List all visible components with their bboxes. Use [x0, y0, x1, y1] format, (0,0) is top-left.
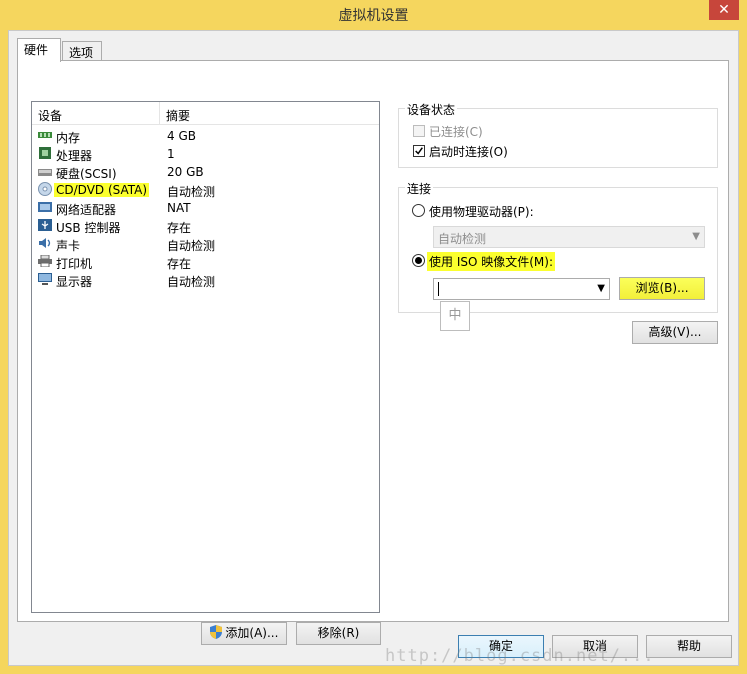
connected-checkbox[interactable]: [413, 125, 425, 137]
sound-card-icon: [39, 238, 51, 248]
harddisk-icon: [38, 169, 52, 176]
device-name: 声卡: [56, 239, 81, 253]
device-row-cd-dvd[interactable]: CD/DVD (SATA) 自动检测: [34, 181, 374, 199]
processor-icon: [39, 147, 51, 159]
hardware-panel: 设备 摘要 内存 4 GB 处理器 1 硬盘(SCSI) 20 GB CD/DV…: [17, 60, 729, 645]
add-device-button[interactable]: 添加(A)...: [201, 622, 287, 645]
memory-icon: [38, 132, 52, 138]
column-header-device[interactable]: 设备: [38, 107, 62, 124]
device-name: 网络适配器: [56, 203, 117, 217]
device-name: CD/DVD (SATA): [54, 183, 150, 197]
watermark: http://blog.csdn.net/...: [385, 646, 655, 666]
device-summary: 自动检测: [167, 275, 216, 289]
device-summary: 20 GB: [167, 165, 204, 179]
device-summary: 存在: [167, 221, 192, 235]
iso-path-combobox[interactable]: ▼: [433, 278, 610, 300]
remove-button-label: 移除(R): [317, 626, 360, 640]
help-button[interactable]: 帮助: [646, 635, 732, 658]
device-name: 处理器: [56, 149, 93, 163]
device-summary: 自动检测: [167, 185, 216, 199]
device-name: USB 控制器: [56, 221, 121, 235]
close-icon: ✕: [718, 2, 730, 18]
tab-hardware-label: 硬件: [24, 43, 49, 57]
device-summary: 1: [167, 147, 175, 161]
display-icon: [38, 273, 52, 285]
device-row-harddisk[interactable]: 硬盘(SCSI) 20 GB: [34, 163, 374, 181]
checkmark-icon: [415, 147, 423, 155]
connection-legend: 连接: [405, 180, 434, 197]
tab-hardware[interactable]: 硬件: [17, 38, 61, 62]
title-bar: 虚拟机设置 ✕: [0, 0, 747, 30]
device-summary: NAT: [167, 201, 191, 215]
device-status-legend: 设备状态: [405, 101, 458, 118]
tab-options[interactable]: 选项: [62, 41, 102, 61]
window-title: 虚拟机设置: [338, 8, 409, 24]
text-cursor: [438, 282, 439, 296]
device-row-sound-card[interactable]: 声卡 自动检测: [34, 235, 374, 253]
device-row-printer[interactable]: 打印机 存在: [34, 253, 374, 271]
physical-drive-radio[interactable]: [412, 204, 425, 217]
device-summary: 自动检测: [167, 239, 216, 253]
ime-indicator: 中: [440, 301, 470, 331]
add-button-label: 添加(A)...: [225, 626, 279, 640]
device-list-header: 设备 摘要: [32, 102, 379, 125]
device-name: 内存: [56, 131, 81, 145]
device-name: 硬盘(SCSI): [56, 167, 117, 181]
usb-icon: [38, 219, 52, 231]
column-header-summary[interactable]: 摘要: [166, 107, 190, 124]
dialog-client: 硬件 选项 设备 摘要 内存 4 GB 处理器 1 硬盘(SCSI) 20 GB…: [8, 30, 739, 666]
chevron-down-icon: ▼: [692, 231, 700, 242]
connected-label: 已连接(C): [429, 125, 483, 139]
device-row-processor[interactable]: 处理器 1: [34, 145, 374, 163]
remove-device-button[interactable]: 移除(R): [296, 622, 381, 645]
device-summary: 存在: [167, 257, 192, 271]
device-summary: 4 GB: [167, 129, 196, 143]
network-adapter-icon: [38, 202, 52, 212]
advanced-button[interactable]: 高级(V)...: [632, 321, 718, 344]
chevron-down-icon: ▼: [597, 283, 605, 294]
iso-image-radio[interactable]: [412, 254, 425, 267]
browse-button[interactable]: 浏览(B)...: [619, 277, 705, 300]
iso-image-label: 使用 ISO 映像文件(M):: [427, 252, 555, 271]
device-list[interactable]: 设备 摘要 内存 4 GB 处理器 1 硬盘(SCSI) 20 GB CD/DV…: [31, 101, 380, 613]
printer-icon: [38, 255, 52, 267]
device-row-display[interactable]: 显示器 自动检测: [34, 271, 374, 289]
physical-drive-label: 使用物理驱动器(P):: [429, 205, 534, 219]
advanced-button-label: 高级(V)...: [648, 325, 702, 339]
device-row-memory[interactable]: 内存 4 GB: [34, 127, 374, 145]
cd-dvd-icon: [38, 182, 52, 196]
close-button[interactable]: ✕: [709, 0, 739, 20]
tab-options-label: 选项: [69, 46, 94, 60]
device-name: 打印机: [56, 257, 93, 271]
shield-icon: [209, 625, 222, 639]
device-name: 显示器: [56, 275, 93, 289]
help-button-label: 帮助: [676, 639, 701, 653]
physical-drive-select[interactable]: 自动检测 ▼: [433, 226, 705, 248]
device-row-network-adapter[interactable]: 网络适配器 NAT: [34, 199, 374, 217]
connect-at-power-on-label: 启动时连接(O): [429, 145, 508, 159]
connect-at-power-on-checkbox[interactable]: [413, 145, 425, 157]
device-row-usb[interactable]: USB 控制器 存在: [34, 217, 374, 235]
browse-button-label: 浏览(B)...: [635, 281, 689, 295]
device-status-group: 设备状态 已连接(C) 启动时连接(O): [398, 101, 718, 168]
physical-drive-value: 自动检测: [438, 232, 487, 246]
connection-group: 连接 使用物理驱动器(P): 自动检测 ▼ 使用 ISO 映像文件(M): ▼ …: [398, 180, 718, 331]
